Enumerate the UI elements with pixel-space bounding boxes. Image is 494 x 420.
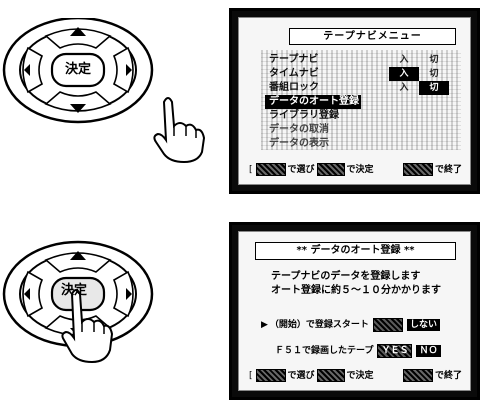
footer-confirm-text: で決定 xyxy=(346,164,374,175)
footer-end-text: で終了 xyxy=(434,164,462,175)
on-off-row[interactable]: 入 切 xyxy=(389,53,449,67)
menu-title: テープナビメニュー xyxy=(289,28,456,45)
off-label: 切 xyxy=(419,81,449,95)
on-off-settings: 入 切 入 切 入 切 xyxy=(389,53,449,95)
confirm-key-icon xyxy=(316,163,345,176)
screen-footer: [ で選び で決定 で終了 xyxy=(249,369,462,382)
screen-display-area: ** データのオート登録 ** テープナビのデータを登録します オート登録に約５… xyxy=(238,231,471,391)
menu-item-time-navi[interactable]: タイムナビ xyxy=(265,67,361,81)
menu-item-library-register[interactable]: ライブラリ登録 xyxy=(265,109,361,123)
end-key-icon xyxy=(402,369,433,382)
select-key-icon xyxy=(255,369,286,382)
instruction-page: 決定 決定 テープナビメニュー テープナビ タイムナビ 番組ロック データのオー… xyxy=(0,0,494,420)
start-option-row[interactable]: ▶ （開始）で登録スタート しない xyxy=(261,318,440,332)
enter-button-label: 決定 xyxy=(64,62,91,77)
confirm-key-icon xyxy=(316,369,345,382)
remote-dpad-illustration-pressed xyxy=(2,240,154,364)
remote-control-top: 決定 xyxy=(0,18,222,168)
auto-register-title: ** データのオート登録 ** xyxy=(255,242,456,260)
remote-control-bottom: 決定 xyxy=(0,222,222,372)
on-off-row[interactable]: 入 切 xyxy=(389,67,449,81)
footer-bracket: [ xyxy=(249,164,253,175)
start-option-label: （開始）で登録スタート xyxy=(269,320,369,330)
off-label: 切 xyxy=(429,69,439,79)
cursor-pointer-icon: ▶ xyxy=(261,320,268,330)
enter-button-label: 決定 xyxy=(60,283,87,298)
f51-choice-yes[interactable]: ＹＥＳ xyxy=(377,344,413,358)
menu-item-data-cancel[interactable]: データの取消 xyxy=(265,123,361,137)
on-label: 入 xyxy=(399,83,409,93)
pointing-hand-icon xyxy=(153,97,206,164)
start-choice-selected[interactable] xyxy=(372,318,403,332)
footer-confirm-text: で決定 xyxy=(346,370,374,381)
screen-display-area: テープナビメニュー テープナビ タイムナビ 番組ロック データのオート登録 ライ… xyxy=(238,17,471,185)
start-choice-no[interactable]: しない xyxy=(406,319,440,331)
remote-dpad-illustration xyxy=(2,18,206,164)
footer-bracket: [ xyxy=(249,370,253,381)
footer-select-text: で選び xyxy=(287,164,315,175)
screen-footer: [ で選び で決定 で終了 xyxy=(249,163,462,176)
on-label: 入 xyxy=(399,55,409,65)
menu-list: テープナビ タイムナビ 番組ロック データのオート登録 ライブラリ登録 データの… xyxy=(265,53,361,151)
menu-item-auto-register[interactable]: データのオート登録 xyxy=(265,95,361,109)
description-line-2: オート登録に約５～１０分かかります xyxy=(271,285,441,296)
select-key-icon xyxy=(255,163,286,176)
menu-item-tape-navi[interactable]: テープナビ xyxy=(265,53,361,67)
f51-option-label: Ｆ５１で録画したテープ xyxy=(275,346,374,356)
footer-select-text: で選び xyxy=(287,370,315,381)
f51-option-row[interactable]: Ｆ５１で録画したテープ ＹＥＳ ＮＯ xyxy=(275,344,441,358)
auto-register-description: テープナビのデータを登録します オート登録に約５～１０分かかります xyxy=(271,270,441,298)
on-label: 入 xyxy=(389,67,419,81)
f51-choice-no[interactable]: ＮＯ xyxy=(416,345,441,357)
menu-item-program-lock[interactable]: 番組ロック xyxy=(265,81,361,95)
off-label: 切 xyxy=(429,55,439,65)
tv-screen-menu: テープナビメニュー テープナビ タイムナビ 番組ロック データのオート登録 ライ… xyxy=(229,8,480,194)
end-key-icon xyxy=(402,163,433,176)
tv-screen-auto-register: ** データのオート登録 ** テープナビのデータを登録します オート登録に約５… xyxy=(229,222,480,400)
footer-end-text: で終了 xyxy=(434,370,462,381)
on-off-row[interactable]: 入 切 xyxy=(389,81,449,95)
menu-item-data-display[interactable]: データの表示 xyxy=(265,137,361,151)
description-line-1: テープナビのデータを登録します xyxy=(271,271,421,282)
